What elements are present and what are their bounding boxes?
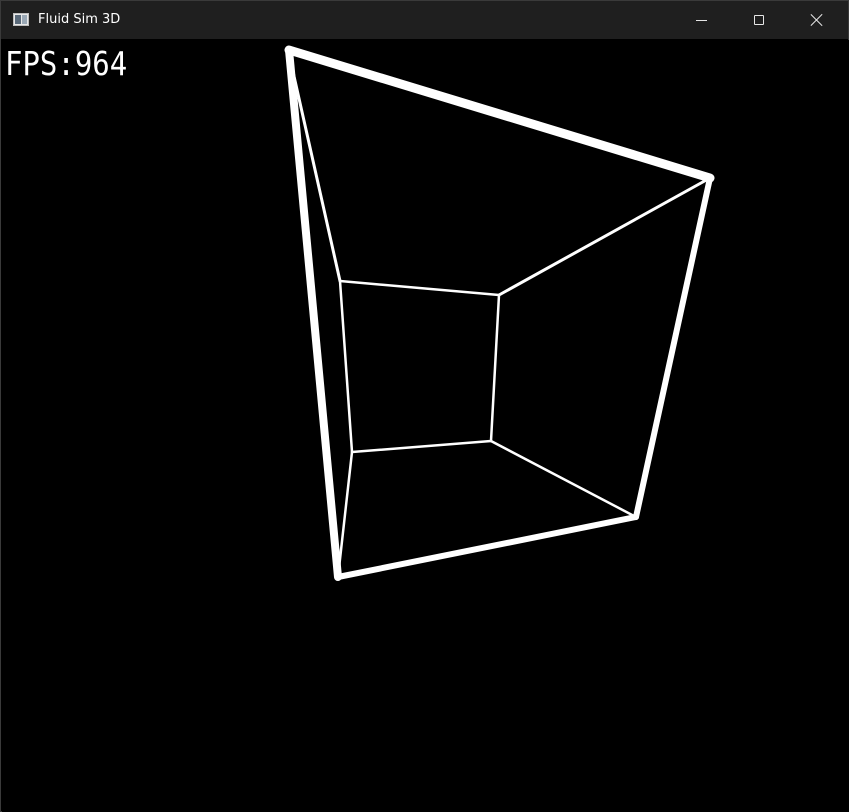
box-edge xyxy=(350,439,493,454)
fps-label: FPS: xyxy=(5,45,75,84)
app-window: Fluid Sim 3D FPS:964 xyxy=(0,0,849,812)
title-bar[interactable]: Fluid Sim 3D xyxy=(1,1,848,39)
box-edge xyxy=(633,175,713,520)
maximize-icon xyxy=(754,15,764,25)
minimize-icon xyxy=(695,19,707,21)
box-edge xyxy=(285,46,342,581)
box-edge xyxy=(497,176,712,297)
fps-value: 964 xyxy=(74,45,128,84)
box-edge xyxy=(338,279,501,297)
app-window-icon[interactable] xyxy=(13,13,29,26)
close-icon xyxy=(810,13,824,27)
box-edge xyxy=(489,293,501,443)
box-edge xyxy=(338,279,354,454)
window-title: Fluid Sim 3D xyxy=(38,12,121,27)
box-edge xyxy=(284,45,715,183)
wireframe-bounding-box xyxy=(284,45,715,581)
box-edge xyxy=(489,439,638,519)
render-viewport[interactable]: FPS:964 xyxy=(2,40,849,812)
minimize-button[interactable] xyxy=(678,1,724,39)
fps-counter: FPS:964 xyxy=(5,45,127,83)
box-edge xyxy=(335,514,639,580)
close-button[interactable] xyxy=(794,1,840,39)
maximize-button[interactable] xyxy=(736,1,782,39)
